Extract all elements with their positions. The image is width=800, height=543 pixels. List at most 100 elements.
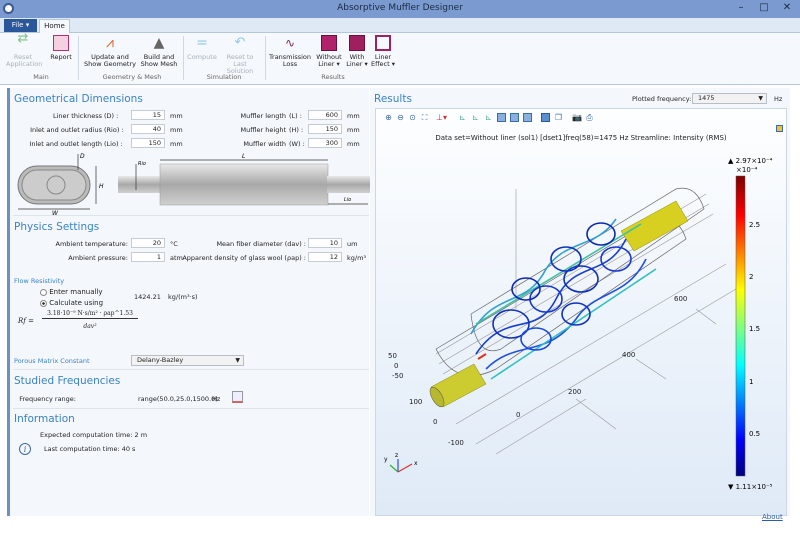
group-geometry-label: Geometry & Mesh	[102, 73, 162, 81]
minimize-button[interactable]: –	[730, 0, 752, 16]
studied-frequencies-heading: Studied Frequencies	[14, 375, 121, 387]
unit: °C	[170, 240, 178, 248]
cube-icon	[349, 35, 365, 51]
triad-x: x	[414, 460, 418, 467]
build-mesh-button[interactable]: ▲ Build and Show Mesh	[140, 35, 178, 68]
colorbar-max: ▲ 2.97×10⁻⁴	[728, 157, 773, 165]
fiber-diameter-input[interactable]: 10	[308, 238, 342, 248]
triad-z: z	[395, 452, 398, 459]
streamline-plot: 600 400 200 0 50 0 -50 100 0 -100 x y z	[384, 157, 773, 491]
symbol: (D) :	[104, 112, 119, 120]
group-results-label: Results	[321, 73, 345, 81]
ambient-pressure-input[interactable]: 1	[131, 252, 165, 262]
physics-settings-heading: Physics Settings	[14, 221, 100, 233]
without-liner-button[interactable]: Without Liner ▾	[314, 35, 344, 68]
muffler-width-input[interactable]: 300	[308, 138, 342, 148]
cube-outline-icon	[375, 35, 391, 51]
axis-tick-ym100: -100	[448, 439, 464, 447]
unit: mm	[170, 112, 183, 120]
unit: mm	[347, 140, 360, 148]
glass-wool-density-label: Apparent density of glass wool (ρap) :	[182, 254, 306, 262]
radio-label: Calculate using	[49, 299, 104, 307]
reset-application-button[interactable]: ⇄ Reset Application	[6, 32, 42, 68]
unit: mm	[347, 126, 360, 134]
undo-icon: ↶	[234, 35, 246, 50]
with-liner-button[interactable]: With Liner ▾	[345, 35, 369, 68]
plotted-frequency-label: Plotted frequency:	[632, 95, 692, 103]
colorbar-tick: 0.5	[749, 430, 760, 438]
mesh-icon: ▲	[153, 35, 165, 51]
axis-triad: x y z	[384, 452, 418, 473]
close-button[interactable]: ✕	[776, 0, 798, 16]
fiber-diameter-label: Mean fiber diameter (dav) :	[216, 240, 306, 248]
glass-wool-density-input[interactable]: 12	[308, 252, 342, 262]
unit: mm	[170, 126, 183, 134]
muffler-width-label: Muffler width	[243, 140, 286, 148]
formula-lhs: Rf =	[18, 317, 34, 325]
inlet-radius-input[interactable]: 40	[131, 124, 165, 134]
inlet-length-label: Inlet and outlet length	[29, 140, 102, 148]
chevron-down-icon: ▼	[235, 357, 240, 364]
unit: mm	[347, 112, 360, 120]
chevron-down-icon: ▼	[758, 95, 763, 102]
transmission-loss-button[interactable]: ∿ Transmission Loss	[268, 35, 312, 68]
colorbar-tick: 1	[749, 378, 753, 386]
axis-tick-zm50: -50	[392, 372, 403, 380]
frequency-range-label: Frequency range:	[19, 395, 76, 403]
triad-y: y	[384, 456, 388, 463]
geometrical-dimensions-heading: Geometrical Dimensions	[14, 93, 143, 105]
ambient-temperature-input[interactable]: 20	[131, 238, 165, 248]
flow-resistivity-value: 1424.21	[134, 293, 161, 301]
liner-thickness-label: Liner thickness	[53, 112, 102, 120]
axis-tick-600: 600	[674, 295, 687, 303]
expected-time: Expected computation time: 2 m	[40, 431, 148, 439]
rio-label: Rio	[138, 161, 146, 167]
flow-resistivity-unit: kg/(m³·s)	[168, 293, 198, 301]
settings-panel: Geometrical Dimensions Liner thickness (…	[7, 88, 371, 516]
colorbar-min: ▼ 1.11×10⁻⁵	[728, 483, 773, 491]
liner-thickness-input[interactable]: 15	[131, 110, 165, 120]
inlet-length-input[interactable]: 150	[131, 138, 165, 148]
formula-numerator: 3.18·10⁻⁹ N·s/m² · ρap^1.53	[42, 310, 138, 319]
liner-effect-button[interactable]: Liner Effect ▾	[370, 35, 396, 68]
compute-button[interactable]: = Compute	[186, 35, 218, 61]
group-simulation-label: Simulation	[206, 73, 242, 81]
colorbar	[735, 175, 746, 477]
about-link[interactable]: About	[762, 513, 783, 521]
axis-tick-z0: 0	[394, 362, 398, 370]
axis-tick-y100: 100	[409, 398, 422, 406]
axis-tick-200: 200	[568, 388, 581, 396]
last-time: Last computation time: 40 s	[44, 445, 136, 453]
maximize-button[interactable]: □	[753, 0, 775, 16]
ambient-temperature-label: Ambient temperature:	[55, 240, 129, 248]
ambient-pressure-label: Ambient pressure:	[68, 254, 128, 262]
flow-resistivity-heading: Flow Resistivity	[14, 277, 65, 285]
colorbar-tick: 1.5	[749, 325, 760, 333]
enter-manually-radio[interactable]: Enter manually	[40, 288, 103, 296]
group-main-label: Main	[33, 73, 49, 81]
inlet-radius-label: Inlet and outlet radius	[30, 126, 102, 134]
colorbar-tick: 2	[749, 273, 753, 281]
muffler-height-input[interactable]: 150	[308, 124, 342, 134]
graphics-window[interactable]: ⊕ ⊖ ⊙ ⛶ ⊥▾ ⊾ ⊾ ⊾ ❐ 📷 ⎙ Data set=Without …	[375, 108, 787, 516]
axis-tick-400: 400	[622, 351, 635, 359]
porous-matrix-dropdown[interactable]: Delany-Bazley ▼	[131, 355, 244, 366]
muffler-length-label: Muffler length	[240, 112, 286, 120]
plotted-frequency-dropdown[interactable]: 1475 ▼	[692, 93, 767, 104]
muffler-length-input[interactable]: 600	[308, 110, 342, 120]
colorbar-tick: 2.5	[749, 221, 760, 229]
information-heading: Information	[14, 413, 75, 425]
radio-label: Enter manually	[49, 288, 103, 296]
home-tab[interactable]: Home	[39, 19, 70, 33]
frequency-range-value: range(50.0,25.0,1500.0)	[138, 395, 218, 403]
report-button[interactable]: Report	[48, 35, 74, 61]
calculate-using-radio[interactable]: Calculate using	[40, 299, 103, 307]
symbol: (Lio) :	[104, 140, 123, 148]
reset-solution-button[interactable]: ↶ Reset to Last Solution	[220, 35, 260, 75]
unit: Hz	[774, 95, 783, 103]
report-icon	[53, 35, 69, 51]
update-geometry-button[interactable]: ⩘ Update and Show Geometry	[82, 35, 138, 68]
results-heading: Results	[374, 93, 412, 105]
compute-icon: =	[196, 35, 208, 51]
range-editor-button[interactable]	[232, 391, 243, 403]
